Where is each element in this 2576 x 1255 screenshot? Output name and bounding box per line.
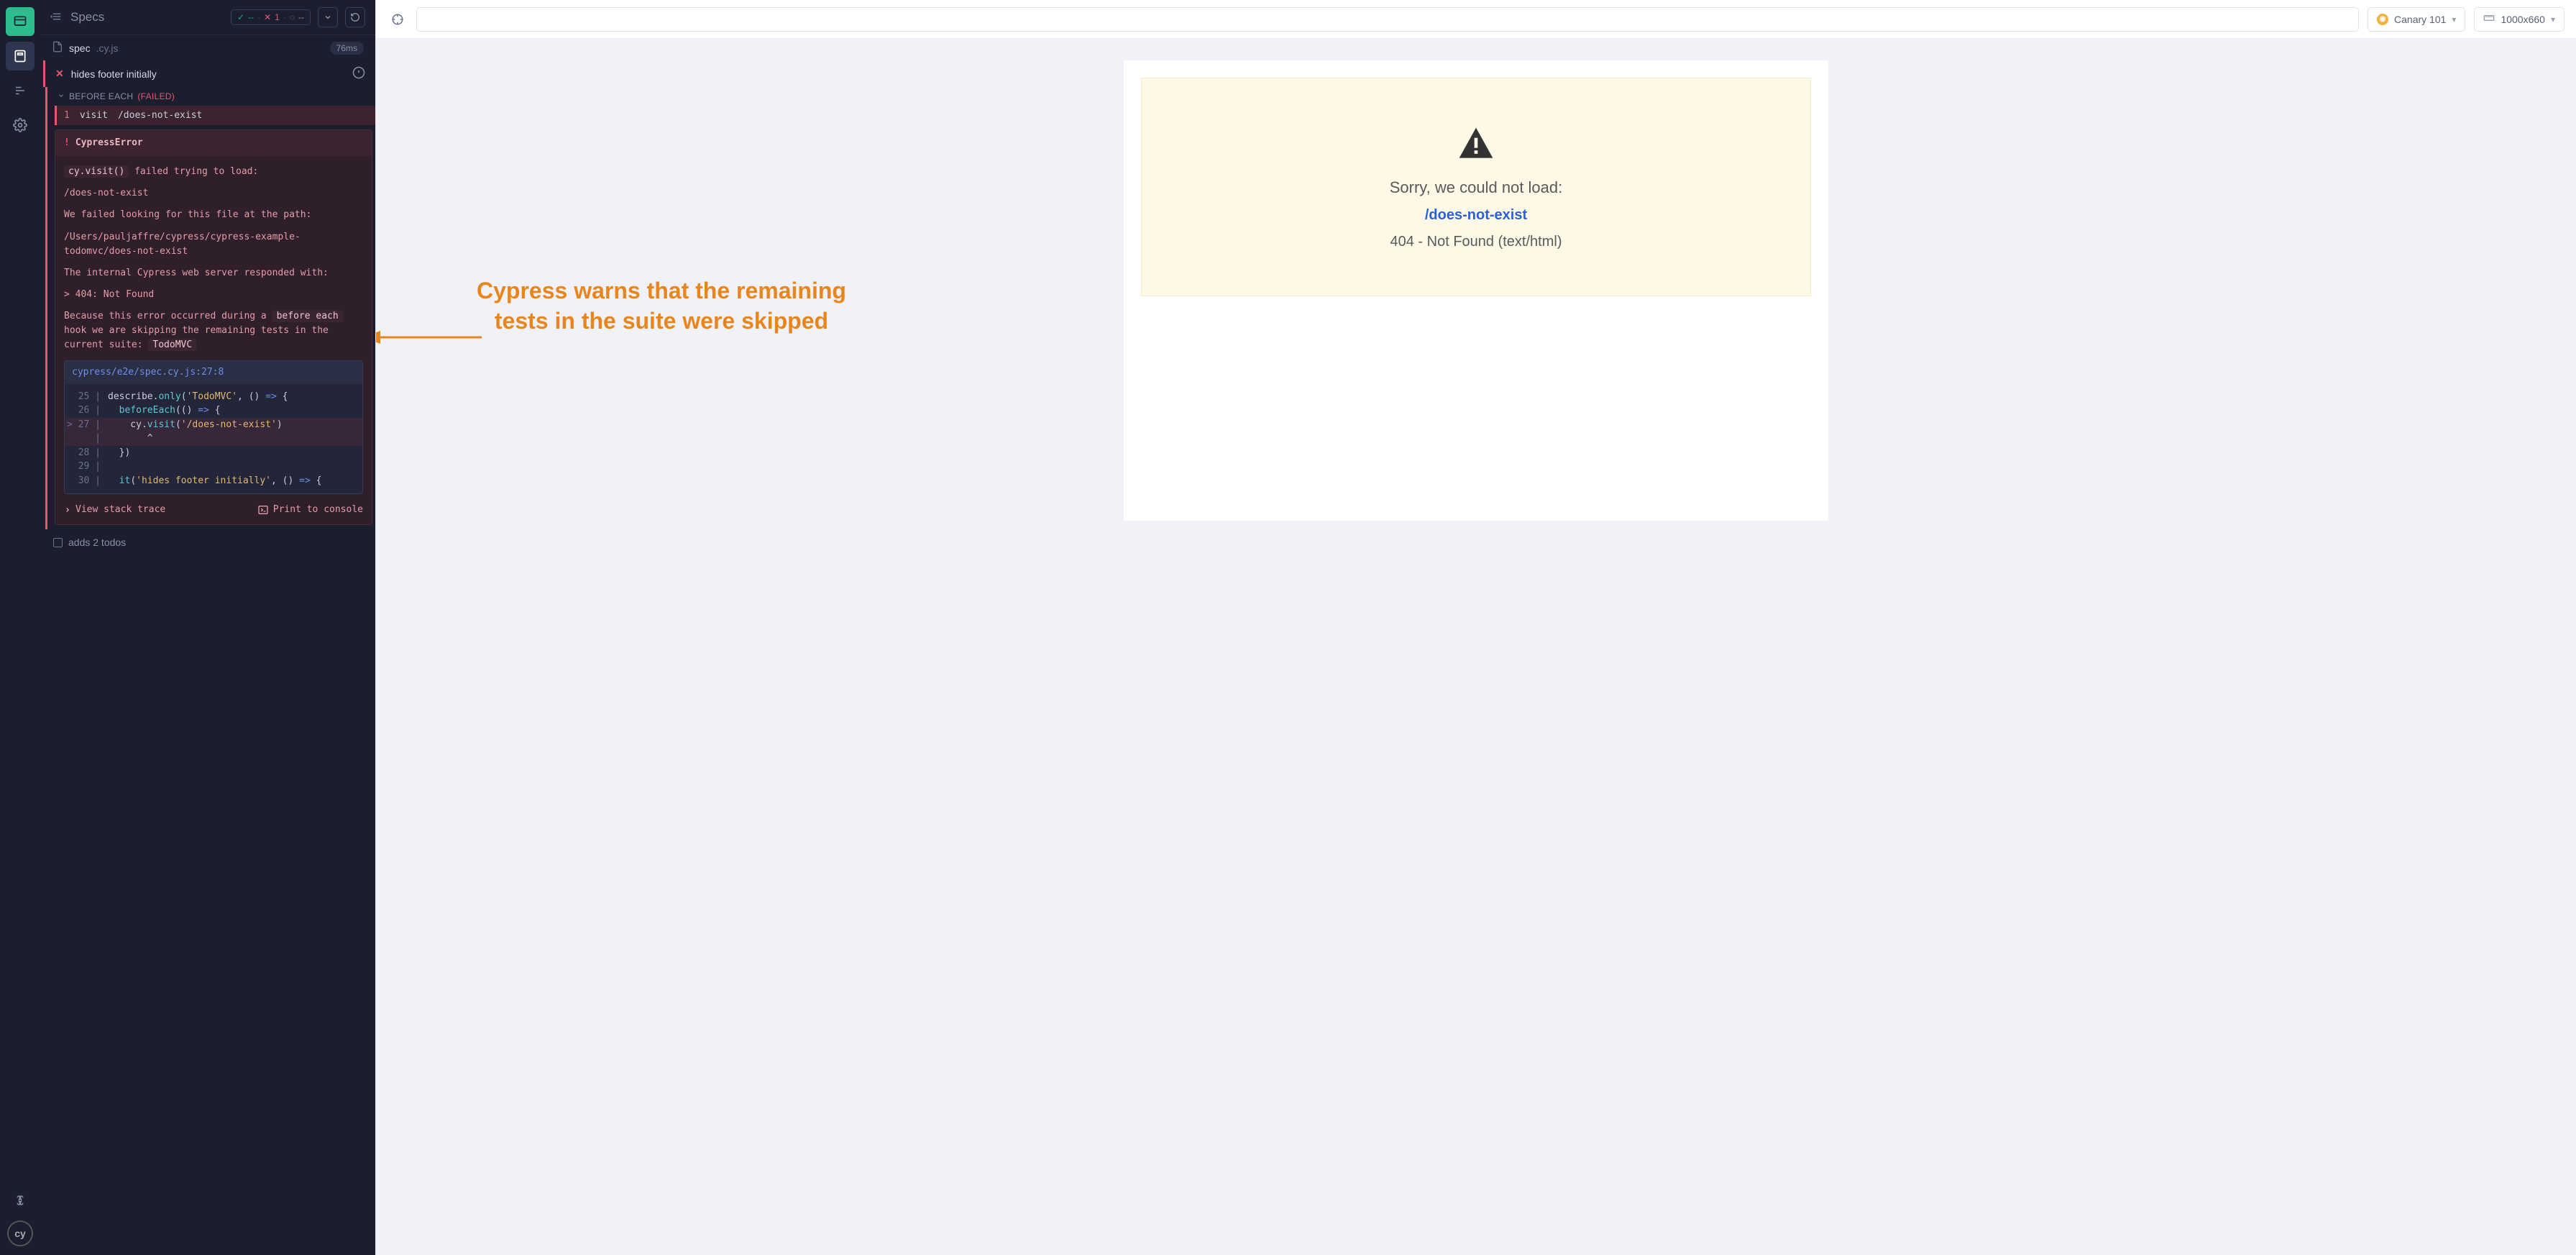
error-status: > 404: Not Found — [64, 288, 363, 302]
test-name: hides footer initially — [71, 68, 345, 80]
annotation-text: Cypress warns that the remaining tests i… — [477, 276, 846, 336]
hook-name: BEFORE EACH — [69, 91, 133, 101]
aut-header: ◉ Canary 101 ▾ 1000x660 ▾ — [376, 0, 2576, 39]
url-bar[interactable] — [416, 7, 2359, 32]
chevron-down-icon: ▾ — [2452, 14, 2456, 24]
code-frame: cypress/e2e/spec.cy.js:27:8 25 |describe… — [64, 360, 363, 495]
browser-name: Canary 101 — [2394, 14, 2446, 25]
logo-icon[interactable] — [6, 7, 35, 36]
reporter-panel: Specs ✓ -- · ✕ 1 · ◌ -- spec .cy.js — [40, 0, 375, 1255]
x-icon: ✕ — [264, 12, 271, 22]
run-stats: ✓ -- · ✕ 1 · ◌ -- — [231, 9, 311, 25]
spec-file-row[interactable]: spec .cy.js 76ms — [40, 35, 375, 60]
error-block: ! CypressError cy.visit() failed trying … — [55, 129, 372, 525]
skipped-test-name: adds 2 todos — [68, 537, 126, 548]
command-arg: /does-not-exist — [118, 110, 202, 121]
circle-icon: ◌ — [290, 12, 295, 22]
command-name: visit — [80, 110, 108, 121]
error-msg: Because this error occurred during a bef… — [64, 309, 363, 352]
skip-count: -- — [298, 12, 304, 22]
skipped-test-row[interactable]: adds 2 todos — [40, 529, 375, 555]
spec-ext: .cy.js — [96, 42, 119, 54]
error-line1: Sorry, we could not load: — [1390, 178, 1563, 197]
fail-count: 1 — [275, 12, 280, 22]
spec-name: spec — [69, 42, 91, 54]
error-msg: The internal Cypress web server responde… — [64, 266, 363, 280]
error-msg: We failed looking for this file at the p… — [64, 208, 363, 222]
test-row[interactable]: ✕ hides footer initially — [43, 60, 375, 87]
nav-rail: cy — [0, 0, 40, 1255]
aut-panel: ◉ Canary 101 ▾ 1000x660 ▾ Sorry, we coul… — [375, 0, 2576, 1255]
canary-icon: ◉ — [2377, 14, 2388, 25]
error-fspath: /Users/pauljaffre/cypress/cypress-exampl… — [64, 230, 363, 259]
aut-frame: Sorry, we could not load: /does-not-exis… — [1124, 60, 1828, 521]
pass-count: -- — [248, 12, 254, 22]
error-line2: /does-not-exist — [1425, 207, 1527, 224]
collapse-sidebar-icon[interactable] — [50, 10, 63, 25]
error-path: /does-not-exist — [64, 186, 363, 201]
view-stack-trace-link[interactable]: View stack trace — [64, 503, 165, 517]
file-icon — [52, 41, 63, 55]
duration-chip: 76ms — [330, 42, 364, 55]
bang-icon: ! — [64, 136, 70, 150]
error-line3: 404 - Not Found (text/html) — [1390, 234, 1562, 250]
selector-playground-icon[interactable] — [388, 9, 408, 29]
hook-header[interactable]: BEFORE EACH (FAILED) — [55, 87, 375, 106]
cypress-logo-icon[interactable]: cy — [7, 1220, 33, 1246]
code-frame-header[interactable]: cypress/e2e/spec.cy.js:27:8 — [65, 361, 362, 384]
hook-status: (FAILED) — [137, 91, 175, 101]
warning-triangle-icon — [1454, 124, 1498, 168]
ruler-icon — [2483, 12, 2495, 26]
chevron-down-icon[interactable] — [318, 7, 338, 27]
browser-selector[interactable]: ◉ Canary 101 ▾ — [2368, 7, 2465, 32]
nav-settings-icon[interactable] — [6, 111, 35, 140]
viewport-size: 1000x660 — [2501, 14, 2545, 25]
chevron-down-icon: ▾ — [2551, 14, 2555, 24]
chevron-down-icon — [58, 91, 65, 101]
reporter-header: Specs ✓ -- · ✕ 1 · ◌ -- — [40, 0, 375, 35]
x-icon: ✕ — [55, 68, 64, 80]
aut-viewport: Sorry, we could not load: /does-not-exis… — [376, 39, 2576, 1255]
error-code: cy.visit() — [64, 165, 129, 178]
load-error-panel: Sorry, we could not load: /does-not-exis… — [1141, 78, 1811, 296]
panel-title: Specs — [70, 10, 224, 24]
viewport-selector[interactable]: 1000x660 ▾ — [2474, 7, 2564, 32]
checkbox-empty-icon — [53, 538, 63, 547]
nav-runs-icon[interactable] — [6, 76, 35, 105]
command-row[interactable]: 1 visit /does-not-exist — [55, 106, 375, 125]
command-number: 1 — [64, 110, 70, 121]
print-to-console-link[interactable]: Print to console — [257, 503, 363, 517]
nav-specs-icon[interactable] — [6, 42, 35, 70]
error-title: CypressError — [75, 136, 143, 150]
check-icon: ✓ — [237, 12, 244, 22]
annotation-arrow — [376, 327, 485, 348]
restart-icon[interactable] — [345, 7, 365, 27]
keyboard-shortcuts-icon[interactable] — [6, 1186, 35, 1215]
warning-icon — [352, 66, 365, 81]
